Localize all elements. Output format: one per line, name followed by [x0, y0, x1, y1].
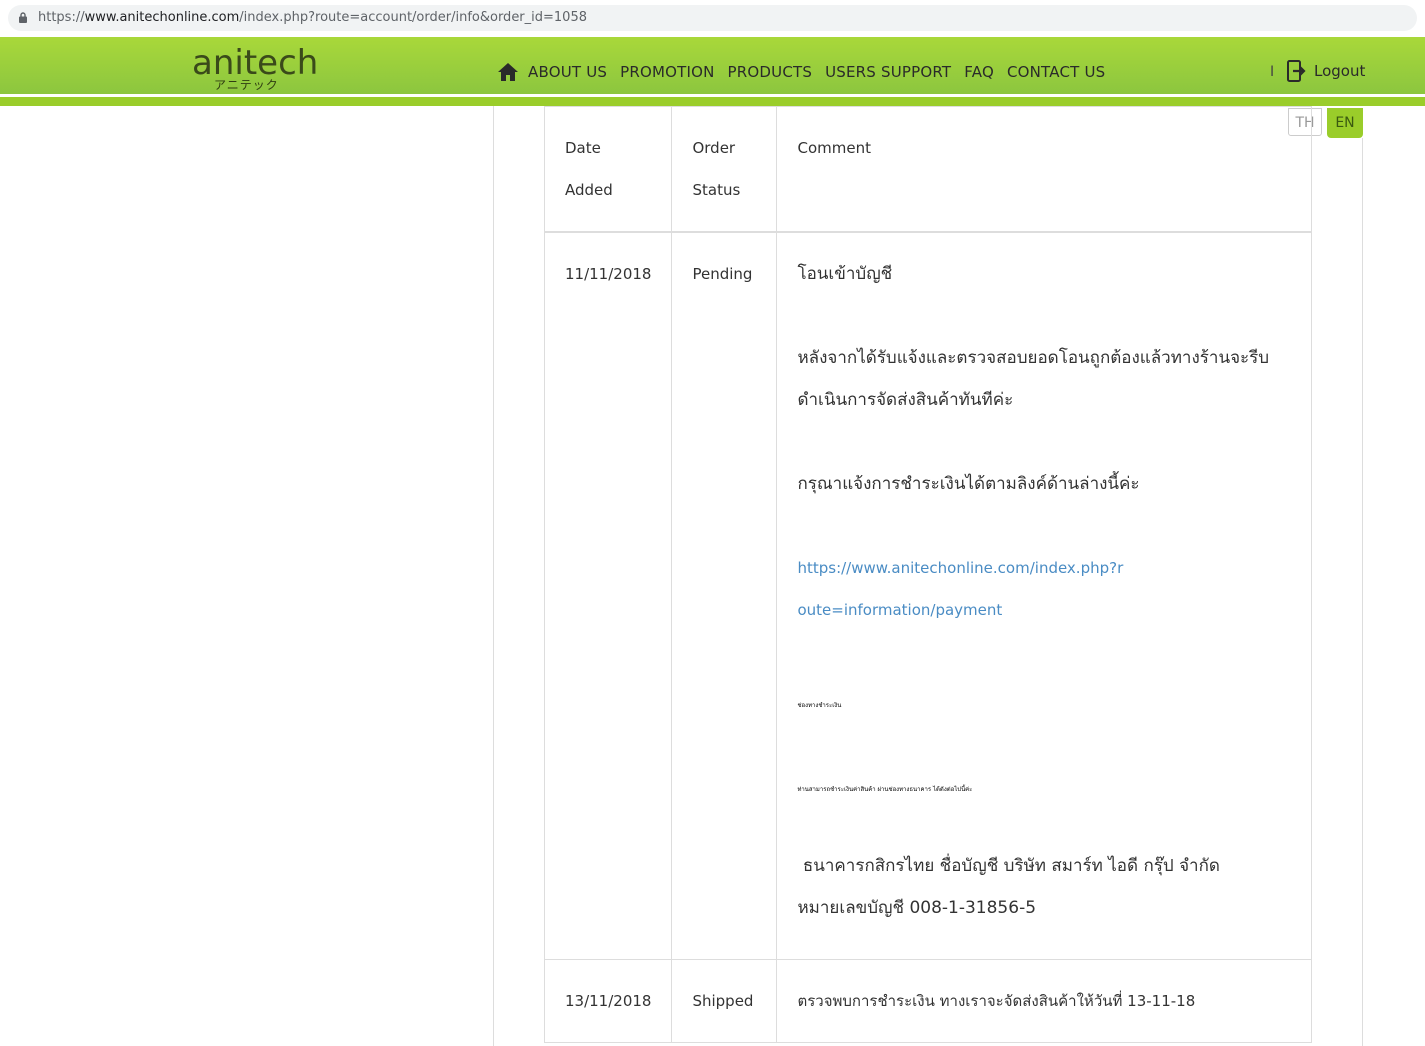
content-left-border [493, 106, 494, 1046]
nav-faq[interactable]: FAQ [964, 63, 994, 81]
lang-en-button[interactable]: EN [1327, 108, 1363, 138]
nav-products[interactable]: PRODUCTS [728, 63, 813, 81]
payment-link[interactable]: https://www.anitechonline.com/index.php?… [797, 547, 1127, 631]
nav-users-support[interactable]: USERS SUPPORT [825, 63, 951, 81]
row-date: 11/11/2018 [543, 231, 673, 960]
table-row: 11/11/2018 Pending โอนเข้าบัญชี หลังจากไ… [543, 231, 1312, 960]
url-text: https://www.anitechonline.com/index.php?… [38, 10, 587, 25]
home-icon[interactable] [497, 62, 519, 82]
order-history-table: Date Added Order Status Comment 11/11/2018… [543, 106, 1312, 1043]
header-date-added: Date Added [543, 106, 673, 233]
url-prefix: https:// [38, 10, 85, 25]
bank-account-info: ธนาคารกสิกรไทย ชื่อบัญชี บริษัท สมาร์ท ไ… [797, 856, 1226, 918]
payment-channel-desc: ท่านสามารถชำระเงินค่าสินค้า ผ่านช่องทางธ… [797, 786, 973, 793]
comment-notify-payment: กรุณาแจ้งการชำระเงินได้ตามลิงค์ด้านล่างน… [797, 474, 1140, 494]
row-comment: โอนเข้าบัญชี หลังจากได้รับแจ้งและตรวจสอบ… [776, 231, 1312, 960]
browser-address-bar: https://www.anitechonline.com/index.php?… [0, 0, 1425, 36]
row-status: Shipped [671, 959, 778, 1043]
header-status-line1: Order [692, 139, 736, 157]
content-right-border [1362, 138, 1363, 1046]
row-status: Pending [671, 231, 778, 960]
comment-transfer-title: โอนเข้าบัญชี [797, 264, 893, 284]
url-path: /index.php?route=account/order/info&orde… [239, 10, 587, 25]
header-date-line2: Added [565, 181, 613, 199]
header-status-line2: Status [692, 181, 741, 199]
url-host: www.anitechonline.com [84, 10, 240, 25]
comment-instructions: หลังจากได้รับแจ้งและตรวจสอบยอดโอนถูกต้อง… [797, 348, 1270, 410]
lock-icon [19, 12, 27, 23]
logout-icon [1287, 60, 1306, 82]
header-date-line1: Date [565, 139, 601, 157]
table-row: 13/11/2018 Shipped ตรวจพบการชำระเงิน ทาง… [543, 959, 1312, 1043]
main-nav: ABOUT US PROMOTION PRODUCTS USERS SUPPOR… [497, 62, 1118, 82]
header-comment: Comment [776, 106, 1312, 233]
row-date: 13/11/2018 [543, 959, 673, 1043]
logo-subtitle: アニテック [214, 78, 279, 92]
header-separator: I [1270, 64, 1275, 80]
logout-label: Logout [1314, 62, 1366, 80]
logout-button[interactable]: Logout [1287, 60, 1365, 82]
nav-promotion[interactable]: PROMOTION [620, 63, 714, 81]
nav-about-us[interactable]: ABOUT US [528, 63, 607, 81]
table-header-row: Date Added Order Status Comment [543, 106, 1312, 233]
payment-channel-heading: ช่องทางชำระเงิน [797, 702, 842, 709]
header-order-status: Order Status [671, 106, 778, 233]
nav-contact-us[interactable]: CONTACT US [1007, 63, 1105, 81]
row-comment: ตรวจพบการชำระเงิน ทางเราจะจัดส่งสินค้าให… [776, 959, 1312, 1043]
url-field[interactable]: https://www.anitechonline.com/index.php?… [8, 5, 1417, 31]
header-green-bar [0, 97, 1425, 106]
